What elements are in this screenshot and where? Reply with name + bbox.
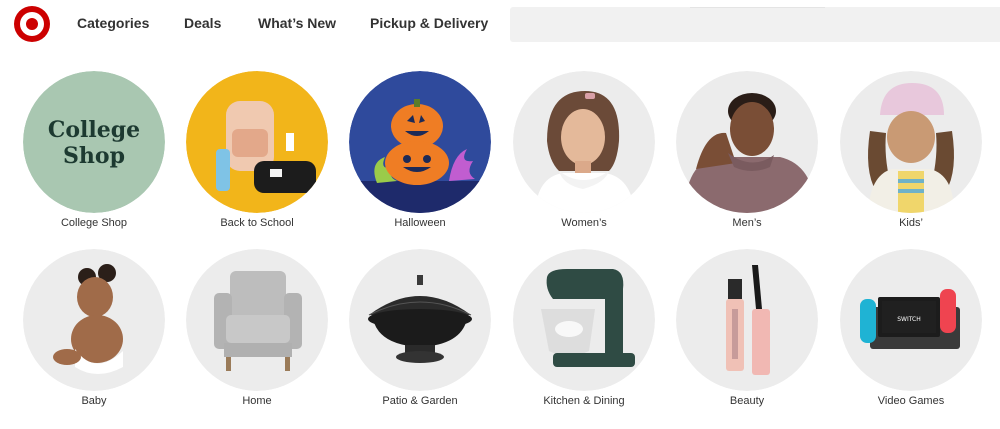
target-bullseye-icon[interactable]	[14, 6, 50, 42]
kids-image	[840, 71, 982, 213]
baby-image	[23, 249, 165, 391]
category-label: Home	[242, 395, 272, 407]
category-label: Kitchen & Dining	[543, 395, 625, 407]
category-label: Back to School	[220, 217, 294, 229]
nav-categories[interactable]: Categories	[77, 15, 149, 31]
category-label: Halloween	[394, 217, 446, 229]
category-tile-college-shop[interactable]: College Shop College Shop	[13, 71, 177, 251]
svg-text:SWITCH: SWITCH	[897, 316, 921, 323]
category-tile-video-games[interactable]: SWITCH Video Games	[830, 249, 994, 429]
back-to-school-image	[186, 71, 328, 213]
nav-deals[interactable]: Deals	[184, 15, 221, 31]
video-games-image: SWITCH	[840, 249, 982, 391]
category-label: Beauty	[729, 395, 765, 407]
category-tile-beauty[interactable]: Beauty	[666, 249, 830, 429]
category-tile-halloween[interactable]: Halloween	[339, 71, 503, 251]
womens-image	[513, 71, 655, 213]
mens-image	[676, 71, 818, 213]
search-divider	[690, 7, 825, 8]
category-tile-back-to-school[interactable]: Back to School	[176, 71, 340, 251]
category-tile-kitchen-dining[interactable]: Kitchen & Dining	[503, 249, 667, 429]
search-input[interactable]	[510, 7, 1000, 42]
halloween-image	[349, 71, 491, 213]
category-label: Video Games	[877, 395, 945, 407]
category-label: Baby	[81, 395, 107, 407]
category-label: Patio & Garden	[382, 395, 458, 407]
college-shop-image-text-2: Shop	[63, 143, 125, 169]
category-label: Kids’	[899, 217, 923, 229]
category-tile-mens[interactable]: Men’s	[666, 71, 830, 251]
top-navigation-bar: Categories Deals What’s New Pickup & Del…	[0, 0, 1000, 50]
nav-pickup-delivery[interactable]: Pickup & Delivery	[370, 15, 488, 31]
college-shop-image-text: College	[48, 117, 140, 143]
category-tile-patio-garden[interactable]: Patio & Garden	[339, 249, 503, 429]
home-image	[186, 249, 328, 391]
category-label: Women’s	[561, 217, 607, 229]
category-label: College Shop	[60, 217, 128, 229]
category-tile-baby[interactable]: Baby	[13, 249, 177, 429]
patio-garden-image	[349, 249, 491, 391]
kitchen-dining-image	[513, 249, 655, 391]
category-tile-home[interactable]: Home	[176, 249, 340, 429]
nav-whats-new[interactable]: What’s New	[258, 15, 336, 31]
category-tile-kids[interactable]: Kids’	[830, 71, 994, 251]
category-tile-womens[interactable]: Women’s	[503, 71, 667, 251]
category-grid: College Shop College Shop Back to School	[0, 50, 1000, 421]
category-label: Men’s	[732, 217, 762, 229]
beauty-image	[676, 249, 818, 391]
college-shop-image: College Shop	[23, 71, 165, 213]
